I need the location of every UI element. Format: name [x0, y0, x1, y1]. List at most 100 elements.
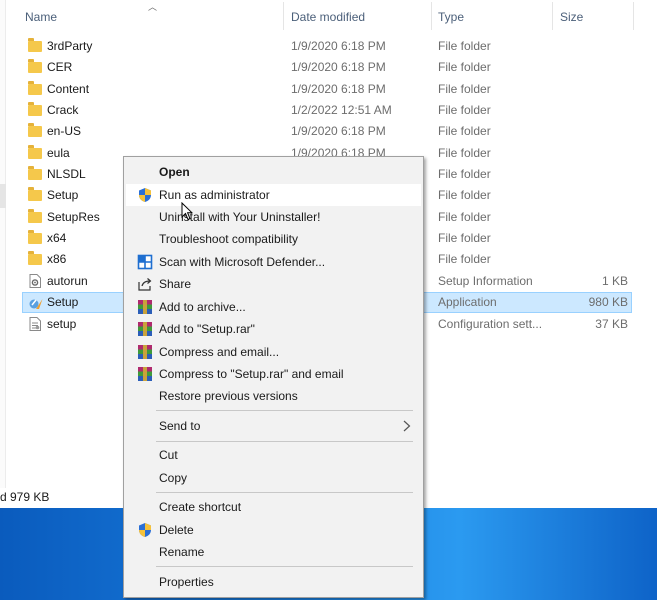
defender-icon — [137, 254, 153, 270]
winrar-icon — [138, 322, 152, 336]
menu-item-compress-to-setup-rar-email[interactable]: Compress to "Setup.rar" and email — [126, 363, 421, 385]
navigation-pane-edge[interactable] — [0, 0, 6, 488]
column-divider[interactable] — [431, 2, 432, 30]
file-name: autorun — [47, 274, 88, 288]
uac-shield-icon — [139, 188, 151, 202]
share-icon — [138, 278, 152, 291]
folder-icon — [28, 81, 42, 95]
application-icon — [29, 299, 43, 309]
menu-item-copy[interactable]: Copy — [126, 467, 421, 489]
file-name: en-US — [47, 124, 82, 138]
column-header-date-modified[interactable]: Date modified — [287, 5, 431, 29]
folder-icon — [28, 59, 42, 73]
file-type: Application — [438, 295, 497, 309]
navigation-pane-scroll-nub[interactable] — [0, 184, 6, 208]
file-name: Setup — [47, 188, 79, 202]
file-date: 1/9/2020 6:18 PM — [291, 60, 386, 74]
file-name: setup — [47, 317, 77, 331]
file-type: File folder — [438, 210, 491, 224]
file-name: x86 — [47, 252, 67, 266]
file-name: Setup — [47, 295, 79, 309]
file-type: File folder — [438, 252, 491, 266]
file-type: File folder — [438, 167, 491, 181]
setup-info-file-icon — [29, 274, 41, 288]
menu-item-label: Compress and email... — [159, 345, 280, 359]
menu-item-create-shortcut[interactable]: Create shortcut — [126, 496, 421, 518]
menu-item-label: Properties — [159, 575, 214, 589]
menu-item-label: Add to "Setup.rar" — [159, 322, 255, 336]
file-row[interactable]: en-US 1/9/2020 6:18 PM File folder — [22, 121, 632, 142]
folder-icon — [28, 251, 42, 265]
file-row[interactable]: Content 1/9/2020 6:18 PM File folder — [22, 79, 632, 100]
menu-separator — [156, 441, 413, 442]
file-name: 3rdParty — [47, 39, 93, 53]
menu-item-share[interactable]: Share — [126, 273, 421, 295]
menu-item-label: Open — [159, 165, 190, 179]
file-row[interactable]: 3rdParty 1/9/2020 6:18 PM File folder — [22, 36, 632, 57]
menu-separator — [156, 492, 413, 493]
menu-item-label: Rename — [159, 545, 205, 559]
menu-item-add-to-setup-rar[interactable]: Add to "Setup.rar" — [126, 318, 421, 340]
column-header-name[interactable]: Name — [21, 5, 283, 29]
file-size: 1 KB — [601, 274, 628, 288]
folder-icon — [28, 145, 42, 159]
menu-item-cut[interactable]: Cut — [126, 444, 421, 466]
folder-icon — [28, 123, 42, 137]
mouse-cursor-icon — [181, 202, 193, 221]
folder-icon — [28, 166, 42, 180]
file-type: Configuration sett... — [438, 317, 543, 331]
menu-item-label: Compress to "Setup.rar" and email — [159, 367, 344, 381]
file-date: 1/2/2022 12:51 AM — [291, 103, 392, 117]
menu-separator — [156, 566, 413, 567]
file-name: Crack — [47, 103, 79, 117]
file-row[interactable]: CER 1/9/2020 6:18 PM File folder — [22, 57, 632, 78]
winrar-icon — [138, 367, 152, 381]
menu-item-label: Cut — [159, 448, 178, 462]
file-type: File folder — [438, 188, 491, 202]
file-type: Setup Information — [438, 274, 533, 288]
menu-item-troubleshoot-compatibility[interactable]: Troubleshoot compatibility — [126, 228, 421, 250]
menu-item-open[interactable]: Open — [126, 161, 421, 183]
file-name: eula — [47, 146, 70, 160]
menu-item-label: Add to archive... — [159, 300, 246, 314]
menu-item-label: Copy — [159, 471, 188, 485]
menu-item-label: Share — [159, 277, 192, 291]
file-name: x64 — [47, 231, 67, 245]
file-type: File folder — [438, 124, 491, 138]
menu-item-uninstall[interactable]: Uninstall with Your Uninstaller! — [126, 206, 421, 228]
column-header-type[interactable]: Type — [434, 5, 552, 29]
file-row[interactable]: Crack 1/2/2022 12:51 AM File folder — [22, 100, 632, 121]
file-type: File folder — [438, 82, 491, 96]
menu-item-restore-previous-versions[interactable]: Restore previous versions — [126, 385, 421, 407]
menu-item-properties[interactable]: Properties — [126, 571, 421, 593]
column-divider[interactable] — [633, 2, 634, 30]
column-divider[interactable] — [552, 2, 553, 30]
menu-item-add-to-archive[interactable]: Add to archive... — [126, 296, 421, 318]
folder-icon — [28, 230, 42, 244]
menu-separator — [156, 410, 413, 411]
menu-item-scan-defender[interactable]: Scan with Microsoft Defender... — [126, 251, 421, 273]
file-type: File folder — [438, 146, 491, 160]
file-type: File folder — [438, 60, 491, 74]
menu-item-delete[interactable]: Delete — [126, 519, 421, 541]
menu-item-label: Delete — [159, 523, 194, 537]
file-date: 1/9/2020 6:18 PM — [291, 82, 386, 96]
folder-icon — [28, 209, 42, 223]
menu-item-rename[interactable]: Rename — [126, 541, 421, 563]
context-menu: Open Run as administrator Uninstall with… — [123, 156, 424, 598]
menu-item-run-as-administrator[interactable]: Run as administrator — [126, 184, 421, 206]
menu-item-label: Send to — [159, 419, 201, 433]
menu-item-send-to[interactable]: Send to — [126, 415, 421, 437]
column-header-size[interactable]: Size — [556, 5, 632, 29]
menu-item-label: Troubleshoot compatibility — [159, 232, 298, 246]
menu-item-compress-and-email[interactable]: Compress and email... — [126, 341, 421, 363]
menu-item-label: Scan with Microsoft Defender... — [159, 255, 326, 269]
menu-item-label: Run as administrator — [159, 188, 270, 202]
column-divider[interactable] — [283, 2, 284, 30]
winrar-icon — [138, 345, 152, 359]
uac-shield-icon — [139, 523, 151, 537]
file-type: File folder — [438, 39, 491, 53]
file-size: 37 KB — [595, 317, 628, 331]
menu-item-label: Create shortcut — [159, 500, 242, 514]
file-name: Content — [47, 82, 90, 96]
